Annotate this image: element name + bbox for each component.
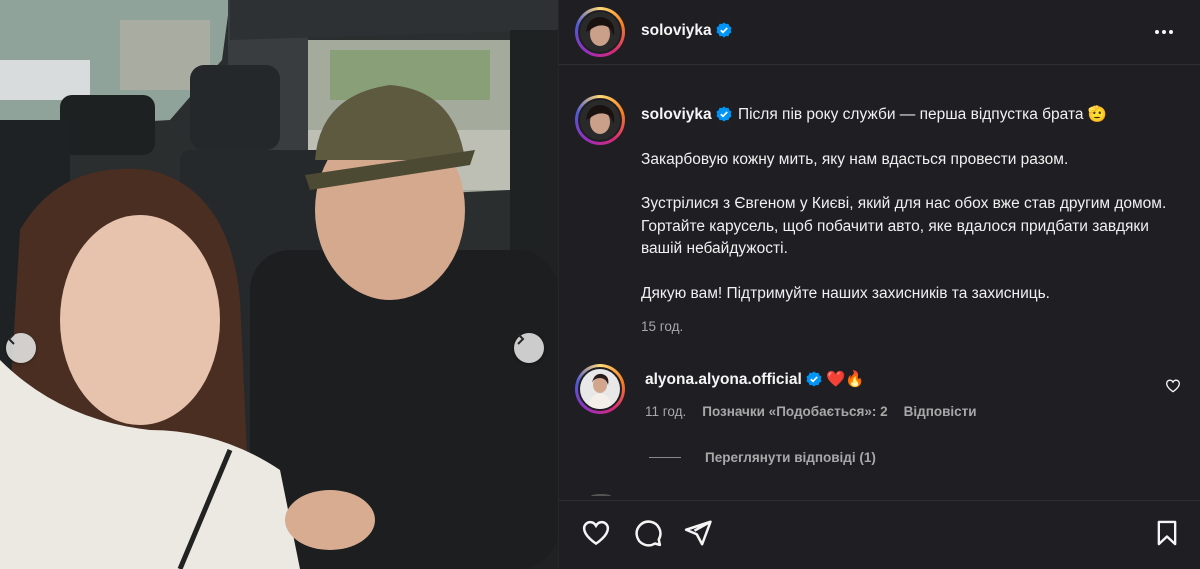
more-options-button[interactable] [1151, 20, 1177, 44]
post-header: soloviyka [559, 0, 1200, 64]
comment-username[interactable]: alyona.alyona.official [645, 371, 822, 388]
caption-timestamp[interactable]: 15 год. [641, 319, 683, 334]
comment-reply-button[interactable]: Відповісти [904, 404, 977, 419]
comment-likes-count[interactable]: Позначки «Подобається»: 2 [702, 404, 887, 419]
comment-meta: 11 год. Позначки «Подобається»: 2 Відпов… [645, 404, 977, 419]
caption-username-text[interactable]: soloviyka [641, 106, 712, 123]
carousel-next-button[interactable] [514, 333, 544, 363]
more-dot [1169, 30, 1173, 34]
view-replies-button[interactable]: Переглянути відповіді (1) [649, 450, 876, 465]
comment-like-heart-icon[interactable] [1165, 378, 1181, 394]
comment-timestamp[interactable]: 11 год. [645, 404, 686, 419]
author-username[interactable]: soloviyka [641, 22, 732, 40]
comment-avatar-image [580, 369, 620, 409]
carousel-prev-button[interactable] [6, 333, 36, 363]
author-username-text[interactable]: soloviyka [641, 22, 712, 39]
like-heart-icon[interactable] [581, 518, 611, 548]
replies-line [649, 457, 681, 458]
post-details-panel: soloviyka soloviyka Після пів року служб… [559, 0, 1200, 569]
more-dot [1162, 30, 1166, 34]
comment: alyona.alyona.official ❤️🔥 [645, 370, 865, 389]
share-icon[interactable] [683, 518, 713, 548]
post-media[interactable] [0, 0, 558, 569]
caption-line-1: Після пів року служби — перша відпустка … [737, 106, 1108, 123]
post-caption: soloviyka Після пів року служби — перша … [641, 104, 1186, 306]
caption-username[interactable]: soloviyka [641, 106, 732, 123]
author-avatar-image [580, 12, 620, 52]
verified-badge-icon [716, 106, 732, 122]
verified-badge-icon [716, 22, 732, 38]
comment-author-avatar[interactable] [575, 364, 625, 414]
caption-line-3: Зустрілися з Євгеном у Києві, який для н… [641, 195, 1167, 258]
carousel-prev-icon [7, 333, 15, 345]
caption-author-avatar[interactable] [575, 95, 625, 145]
post-photo [0, 0, 558, 569]
more-horizontal-icon [1155, 30, 1159, 34]
author-avatar[interactable] [575, 7, 625, 57]
comment-text: ❤️🔥 [826, 371, 865, 388]
view-replies-label: Переглянути відповіді (1) [705, 450, 876, 465]
save-bookmark-icon[interactable] [1153, 518, 1181, 548]
caption-avatar-image [580, 100, 620, 140]
header-divider [559, 64, 1200, 65]
carousel-next-icon [517, 333, 525, 345]
next-comment-peek [591, 494, 611, 498]
verified-badge-icon [806, 371, 822, 387]
comment-icon[interactable] [633, 518, 663, 548]
caption-line-4: Дякую вам! Підтримуйте наших захисників … [641, 284, 1050, 302]
caption-line-2: Закарбовую кожну мить, яку нам вдасться … [641, 150, 1069, 168]
comment-username-text[interactable]: alyona.alyona.official [645, 371, 802, 388]
actions-divider [559, 500, 1200, 501]
